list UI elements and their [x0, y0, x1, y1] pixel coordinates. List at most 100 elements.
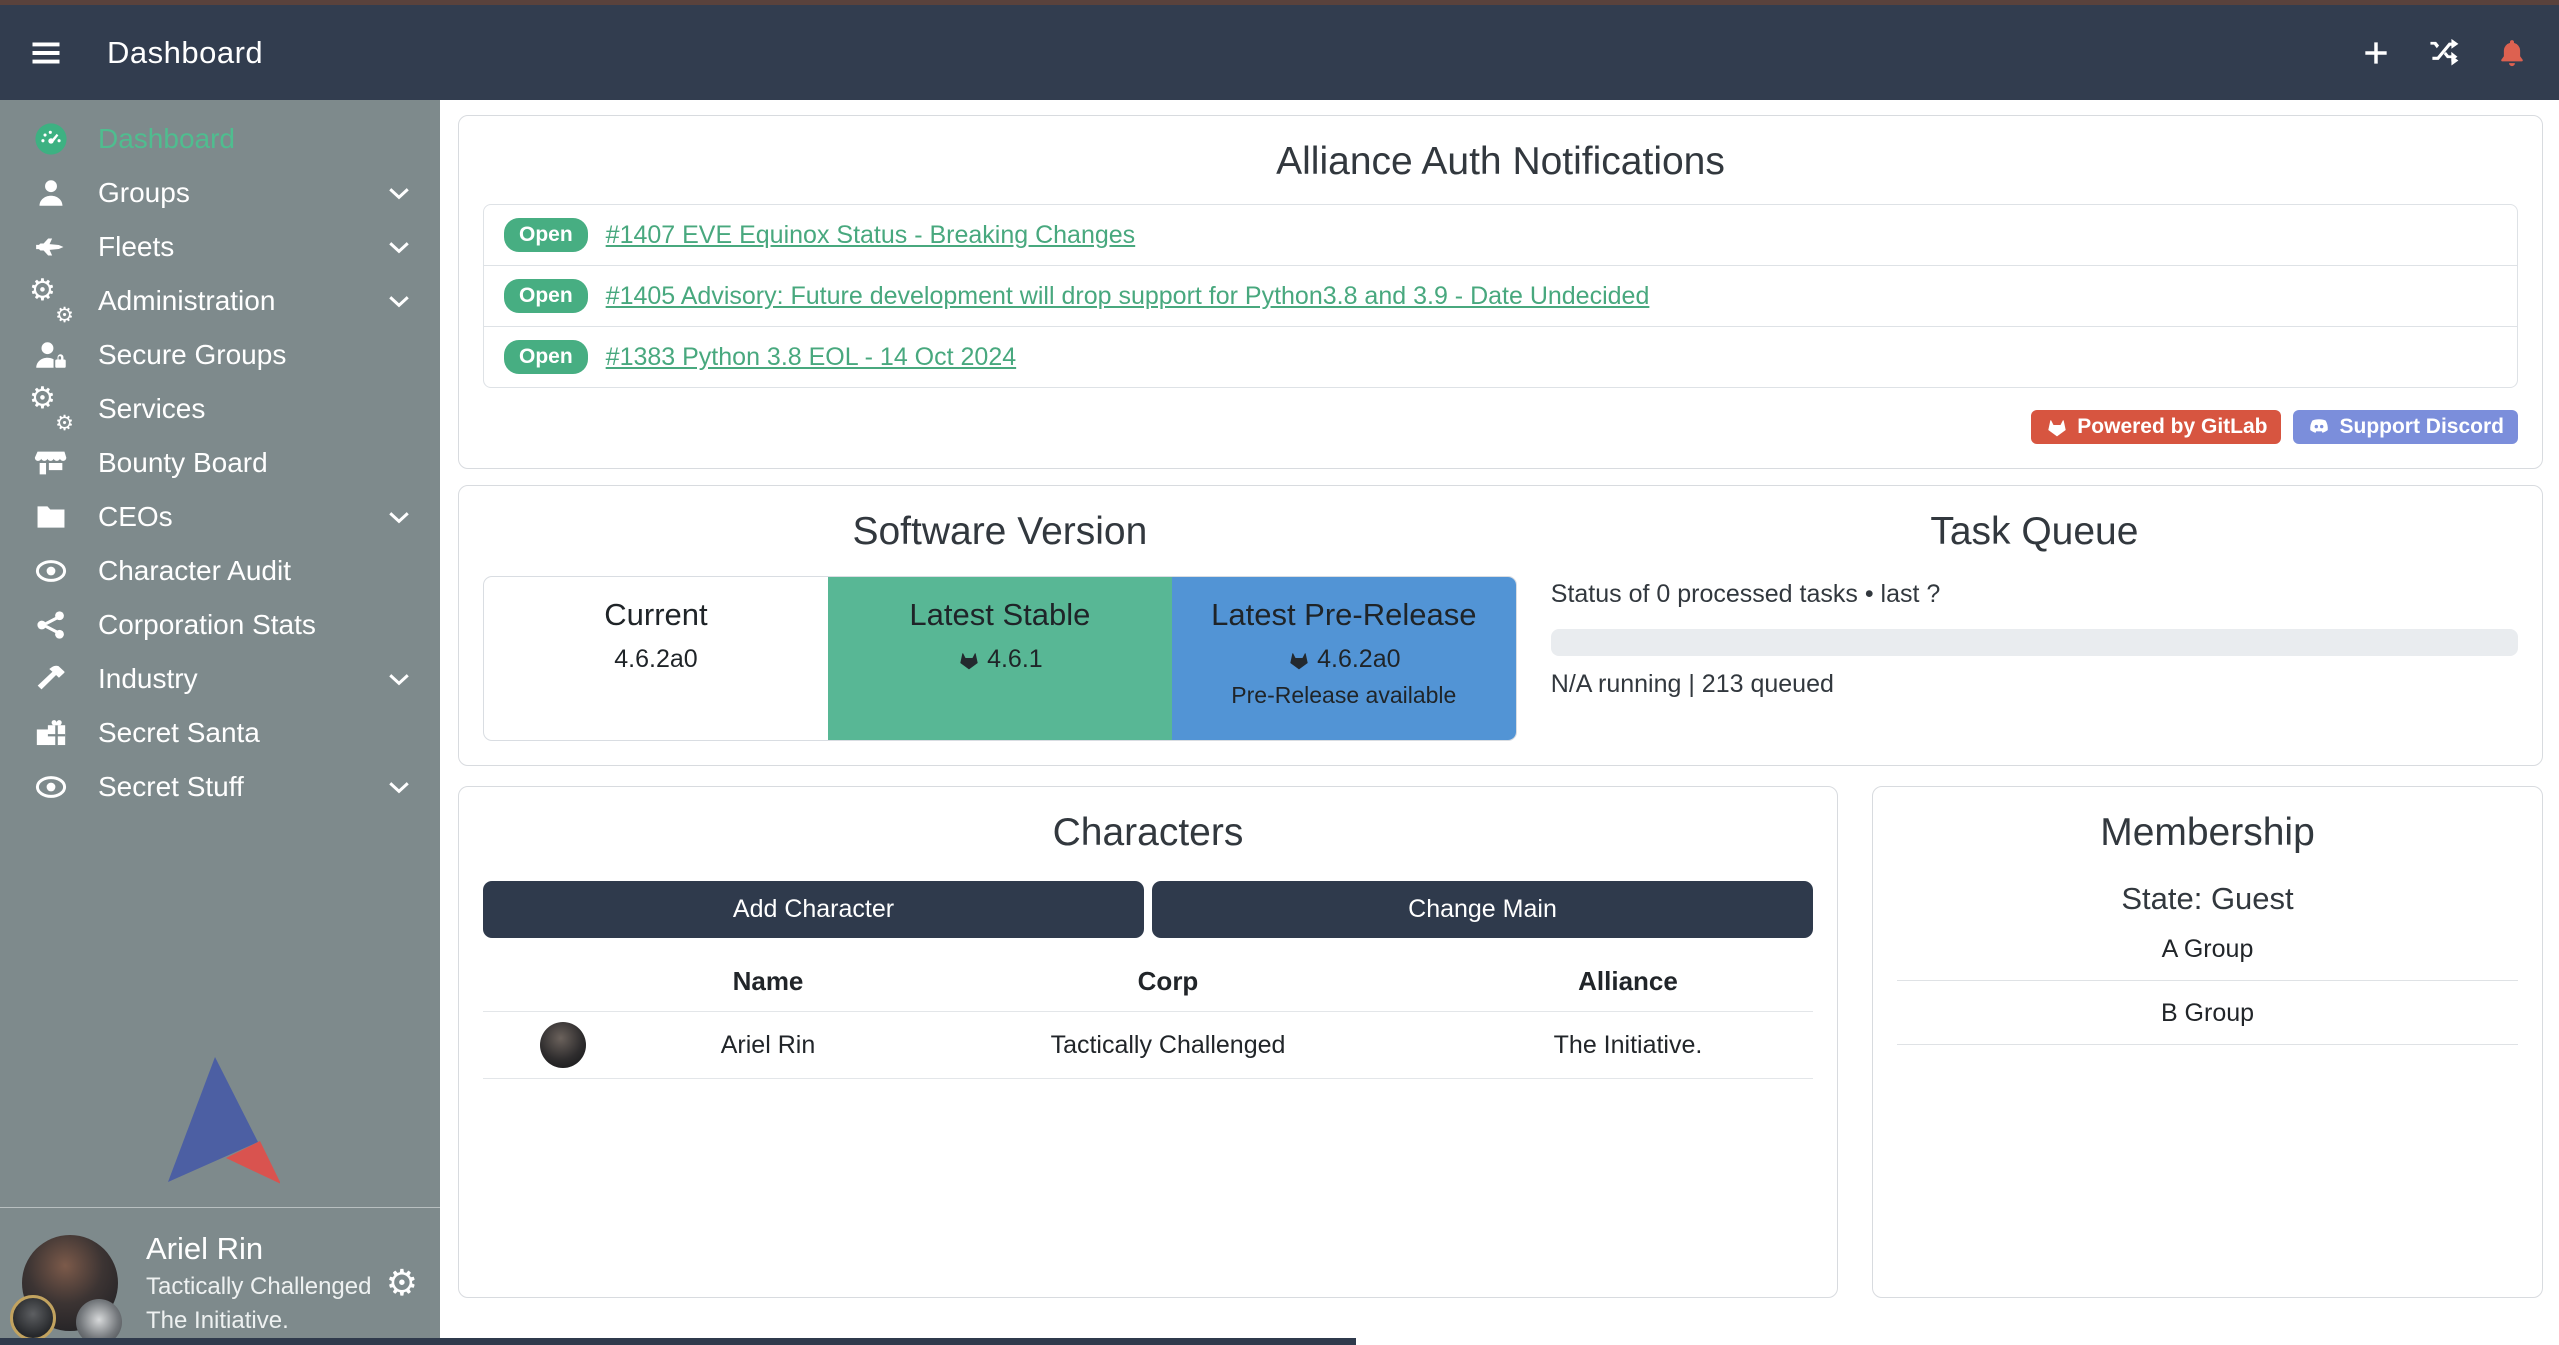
bottom-footer-strip	[0, 1338, 1356, 1345]
character-row: Ariel Rin Tactically Challenged The Init…	[483, 1011, 1813, 1079]
sidebar-item-fleets[interactable]: Fleets	[0, 220, 440, 274]
membership-group-item: B Group	[1897, 981, 2518, 1045]
notification-link[interactable]: #1405 Advisory: Future development will …	[606, 282, 1650, 311]
change-main-shuffle-icon[interactable]	[2425, 34, 2463, 72]
task-queue-counts: N/A running | 213 queued	[1551, 670, 2518, 699]
alliance-auth-app: Dashboard	[0, 0, 2559, 1345]
sidebar-item-label: Bounty Board	[98, 447, 268, 479]
sidebar-item-services[interactable]: ⚙⚙ Services	[0, 382, 440, 436]
version-latest-stable: Latest Stable 4.6.1	[828, 577, 1172, 740]
sidebar-item-label: Secure Groups	[98, 339, 286, 371]
chevron-down-icon	[384, 502, 414, 532]
user-settings-gear-icon[interactable]: ⚙	[386, 1265, 418, 1301]
sidebar-item-ceos[interactable]: CEOs	[0, 490, 440, 544]
notifications-title: Alliance Auth Notifications	[483, 140, 2518, 184]
change-main-button[interactable]: Change Main	[1152, 881, 1813, 938]
sidebar-item-label: Corporation Stats	[98, 609, 316, 641]
page-title: Dashboard	[107, 35, 263, 71]
version-latest-prerelease: Latest Pre-Release 4.6.2a0 Pre-Release a…	[1172, 577, 1516, 740]
cogs-icon: ⚙⚙	[28, 278, 74, 324]
sidebar-divider	[0, 1207, 440, 1208]
sidebar-item-secret-stuff[interactable]: Secret Stuff	[0, 760, 440, 814]
user-icon	[28, 170, 74, 216]
membership-title: Membership	[1897, 811, 2518, 855]
version-box: Current 4.6.2a0 Latest Stable 4.6.1 Late…	[483, 576, 1517, 741]
share-nodes-icon	[28, 602, 74, 648]
folder-icon	[28, 494, 74, 540]
version-current: Current 4.6.2a0	[484, 577, 828, 740]
gitlab-icon	[1287, 648, 1311, 672]
sidebar-item-secure-groups[interactable]: Secure Groups	[0, 328, 440, 382]
sidebar-nav: Dashboard Groups Fleets	[0, 100, 440, 814]
notification-item: Open #1383 Python 3.8 EOL - 14 Oct 2024	[484, 326, 2517, 387]
sidebar-item-dashboard[interactable]: Dashboard	[0, 112, 440, 166]
hammer-icon	[28, 656, 74, 702]
discord-icon	[2307, 415, 2331, 439]
gitlab-icon	[2045, 415, 2069, 439]
sidebar-item-label: Groups	[98, 177, 190, 209]
chevron-down-icon	[384, 664, 414, 694]
sidebar-item-secret-santa[interactable]: Secret Santa	[0, 706, 440, 760]
notification-item: Open #1405 Advisory: Future development …	[484, 265, 2517, 326]
sidebar-item-label: Secret Santa	[98, 717, 260, 749]
add-character-button[interactable]: Add Character	[483, 881, 1144, 938]
sidebar-item-industry[interactable]: Industry	[0, 652, 440, 706]
notifications-bell-icon[interactable]	[2493, 34, 2531, 72]
sidebar-item-corporation-stats[interactable]: Corporation Stats	[0, 598, 440, 652]
sidebar-item-character-audit[interactable]: Character Audit	[0, 544, 440, 598]
hamburger-menu-icon[interactable]	[25, 32, 67, 74]
user-corp: Tactically Challenged	[146, 1273, 371, 1301]
corp-logo	[10, 1295, 56, 1341]
task-queue-title: Task Queue	[1551, 510, 2518, 554]
main-content: Alliance Auth Notifications Open #1407 E…	[440, 100, 2559, 1345]
sidebar-item-label: Secret Stuff	[98, 771, 244, 803]
sidebar-item-label: Character Audit	[98, 555, 291, 587]
character-avatar	[540, 1022, 586, 1068]
support-discord-badge[interactable]: Support Discord	[2293, 410, 2518, 444]
store-icon	[28, 440, 74, 486]
gifts-icon	[28, 710, 74, 756]
navbar-actions	[2357, 34, 2531, 72]
tachometer-icon	[28, 116, 74, 162]
sidebar-item-bounty-board[interactable]: Bounty Board	[0, 436, 440, 490]
membership-group-item: A Group	[1897, 917, 2518, 981]
sidebar-user-panel: Ariel Rin Tactically Challenged The Init…	[0, 1231, 440, 1335]
add-character-icon[interactable]	[2357, 34, 2395, 72]
status-badge: Open	[504, 218, 588, 252]
membership-state: State: Guest	[1897, 881, 2518, 917]
alliance-auth-logo	[160, 1057, 280, 1185]
software-task-panel: Software Version Current 4.6.2a0 Latest …	[458, 485, 2543, 766]
user-name: Ariel Rin	[146, 1231, 371, 1267]
membership-panel: Membership State: Guest A Group B Group	[1872, 786, 2543, 1298]
chevron-down-icon	[384, 232, 414, 262]
badge-label: Powered by GitLab	[2077, 415, 2267, 439]
notification-item: Open #1407 EVE Equinox Status - Breaking…	[484, 205, 2517, 265]
gitlab-icon	[957, 648, 981, 672]
notifications-list: Open #1407 EVE Equinox Status - Breaking…	[483, 204, 2518, 388]
sidebar-item-label: Services	[98, 393, 205, 425]
sidebar-item-groups[interactable]: Groups	[0, 166, 440, 220]
powered-by-gitlab-badge[interactable]: Powered by GitLab	[2031, 410, 2281, 444]
task-queue-status: Status of 0 processed tasks • last ?	[1551, 580, 2518, 609]
sidebar-item-label: Administration	[98, 285, 275, 317]
status-badge: Open	[504, 279, 588, 313]
characters-panel: Characters Add Character Change Main Nam…	[458, 786, 1838, 1298]
notification-link[interactable]: #1383 Python 3.8 EOL - 14 Oct 2024	[606, 343, 1016, 372]
cogs-icon: ⚙⚙	[28, 386, 74, 432]
user-lock-icon	[28, 332, 74, 378]
task-progress-bar	[1551, 629, 2518, 656]
chevron-down-icon	[384, 286, 414, 316]
status-badge: Open	[504, 340, 588, 374]
badge-label: Support Discord	[2339, 415, 2504, 439]
chevron-down-icon	[384, 772, 414, 802]
sidebar-item-label: Industry	[98, 663, 198, 695]
characters-title: Characters	[483, 811, 1813, 855]
characters-table: Name Corp Alliance Ariel Rin Tactically …	[483, 948, 1813, 1079]
notification-link[interactable]: #1407 EVE Equinox Status - Breaking Chan…	[606, 221, 1136, 250]
chevron-down-icon	[384, 178, 414, 208]
fighter-jet-icon	[28, 224, 74, 270]
sidebar-item-label: CEOs	[98, 501, 173, 533]
notifications-footer: Powered by GitLab Support Discord	[483, 410, 2518, 444]
eye-icon	[28, 764, 74, 810]
sidebar-item-administration[interactable]: ⚙⚙ Administration	[0, 274, 440, 328]
